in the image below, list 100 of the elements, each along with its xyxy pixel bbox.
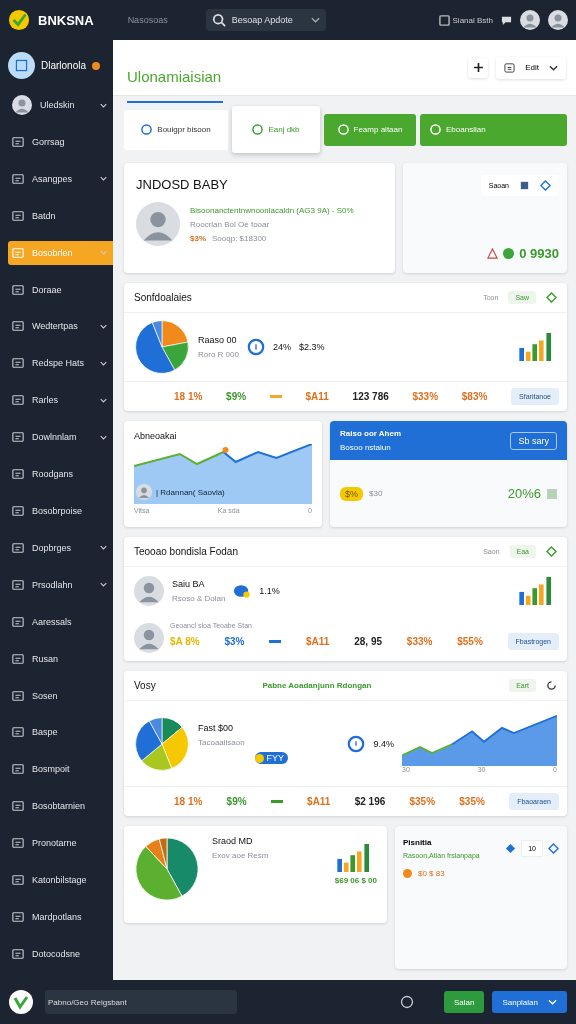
stat-value: $A 8% [170,636,200,647]
avatar-icon [134,623,164,653]
avatar-icon [548,10,568,30]
sidebar-item[interactable]: Redspe Hats [8,351,113,376]
avatar-icon [136,202,180,246]
card-subtitle: Bosoo nstaiun [340,443,392,452]
sidebar-item[interactable]: Gorrsag [8,129,113,154]
avatar-icon [12,95,32,115]
panel-icon [12,837,24,850]
input-field[interactable]: Pabno/Geo Reigsbant [45,990,237,1014]
panel-icon [12,357,24,370]
split-button[interactable]: Sanplalan [492,991,567,1013]
panel-icon [12,689,24,702]
chevron-icon [549,64,558,71]
stat-value: $A11 [306,636,330,647]
amount-text: $0 $ 83 [418,869,445,878]
panel-icon [12,947,24,960]
sidebar-item[interactable]: Baspe [8,720,113,745]
chevron-icon [310,17,320,23]
square-icon[interactable] [519,180,530,191]
panel-icon [12,541,24,554]
sidebar-item[interactable]: Batdn [8,203,113,228]
change-value: $2.3% [298,342,326,352]
refresh-icon[interactable] [546,680,557,691]
sidebar-item[interactable]: Bosmpoit [8,757,113,782]
sidebar-item[interactable]: Rusan [8,646,113,671]
stat-value: $A11 [305,391,329,402]
sidebar-item[interactable]: Bosobtarnien [8,794,113,819]
info-icon [347,734,366,753]
circle-icon [337,124,349,135]
logo-icon [8,9,30,31]
sidebar-item[interactable]: Bosobrpoise [8,498,113,523]
pie-chart-drawing [134,836,200,902]
window-icon [438,14,450,26]
stat-value: $55% [457,636,483,647]
calendar-icon [504,62,516,73]
edit-button[interactable]: Edit [496,56,566,79]
card-title: Vosy [134,680,157,691]
panel-icon [12,209,24,222]
warning-icon [487,248,499,259]
rate-value: 1.1% [259,586,280,596]
percent-tag: $3% [190,233,206,243]
stat-value: $33% [412,391,439,402]
subtitle: Roocrlan Bol Oe fooar [190,219,271,229]
stat-value: $35% [459,796,485,807]
card-headline: Pabne Aoadanjunn Rdongan [262,681,373,690]
account-name[interactable]: Sianal Bsth [452,15,493,25]
panel-icon [12,504,24,517]
section-label: Nasosoas [127,15,168,25]
panel-icon [12,283,24,296]
action-button[interactable]: Bouigpr bisoon [124,109,228,150]
stat-value: $3% [224,636,245,647]
amount-text: Sooqp: $18300 [212,233,267,243]
pie-chart-drawing [134,715,190,772]
avatar-icon [136,484,152,500]
stat-value: $9% [226,796,247,807]
sidebar-item[interactable]: Prsodlahn [8,572,113,597]
sidebar-item[interactable]: Doraae [8,277,113,302]
outline-button[interactable]: Sb sary [510,431,557,450]
sidebar-item[interactable]: Sosen [8,683,113,708]
sidebar-item[interactable]: Dopbrges [8,535,113,560]
panel-icon [12,320,24,333]
panel-icon [12,578,24,591]
panel-icon [12,431,24,444]
rate-value: 20%6 [507,486,541,501]
stat-value: $83% [461,391,488,402]
stat-value: 18 1% [174,391,203,402]
stat-value: $9% [226,391,247,402]
stat-value: $35% [409,796,436,807]
amount-text: $30 [369,489,383,498]
sidebar-item[interactable]: Dotocodsne [8,941,113,966]
panel-icon [12,652,24,665]
sidebar-item[interactable]: Asangpes [8,166,113,191]
search-field[interactable]: Besoap Apdote [205,9,326,31]
sidebar-item[interactable]: Aaressals [8,609,113,634]
panel-icon [12,468,24,481]
add-button[interactable] [468,57,489,78]
sidebar-item[interactable]: Roodgans [8,462,113,487]
primary-button[interactable]: Salan [443,991,485,1013]
rate-value: 24% [272,342,291,352]
headline: Bisoonanctentnwnoonlacaldn (AG3 9A) - S0% [190,205,354,215]
sidebar-item[interactable]: Rarles [8,388,113,413]
badge: FYY [255,752,288,764]
plus-icon [472,62,484,73]
sidebar-item[interactable]: Wedtertpas [8,314,113,339]
brand-name: BNKSNA [38,12,94,28]
card-title: Abneoakai [134,431,178,441]
panel-icon [12,172,24,185]
member-role: Rsoso & Dolan [172,594,226,603]
sidebar-item[interactable]: Pronotarne [8,831,113,856]
item-name: Raaso 00 [198,335,238,345]
sidebar-item[interactable]: Katonbilstage [8,868,113,893]
sidebar-item[interactable]: Uledskin [8,93,113,117]
circle-icon [430,124,441,135]
stat-value: 0 9930 [519,246,559,261]
action-button[interactable]: Eanj dkb [232,106,320,153]
sidebar-item[interactable]: Dowlnnlam [8,425,113,450]
sidebar-item[interactable]: Mardpotlans [8,904,113,929]
info-icon [246,338,265,356]
stat-value: 18 1% [174,796,203,807]
